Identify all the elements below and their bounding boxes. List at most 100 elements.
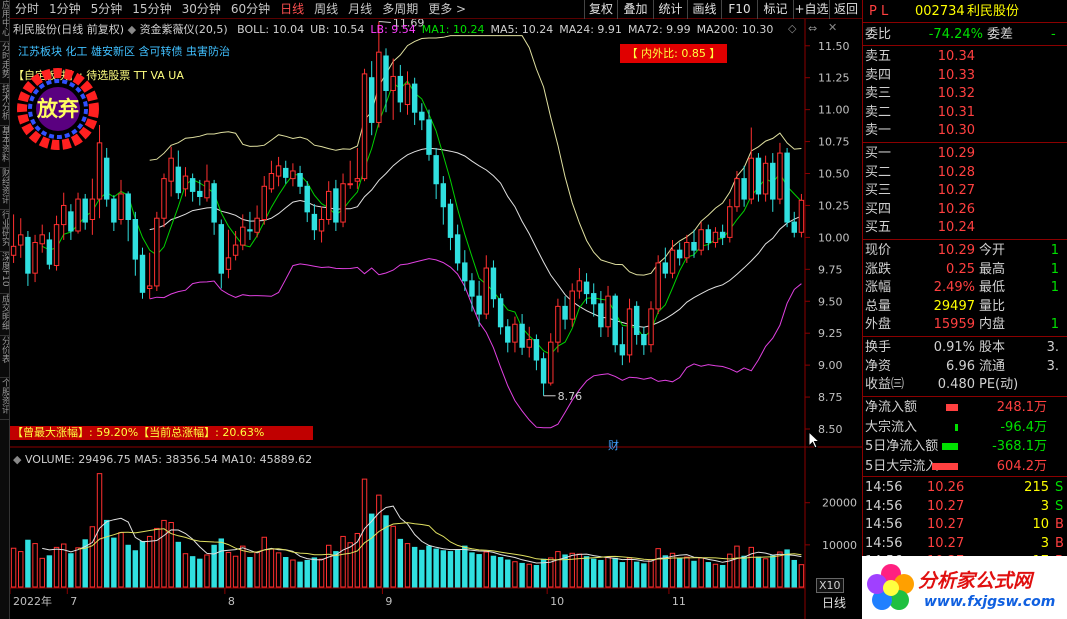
concept-tags[interactable]: 江苏板块 化工 雄安新区 含可转债 虫害防治 (18, 43, 230, 59)
candle-body (526, 339, 532, 348)
candle-body (691, 241, 697, 251)
stat2-value: 0.91% (933, 340, 975, 355)
volume-bar (75, 547, 81, 588)
toolbar-button-7[interactable]: 返回 (829, 0, 862, 19)
candle-body (519, 323, 525, 348)
period-tab-6[interactable]: 日线 (275, 0, 309, 19)
period-tab-3[interactable]: 15分钟 (127, 0, 176, 19)
indicator-value-5: MA24: 9.91 (559, 23, 622, 36)
candle-body (641, 333, 647, 346)
toolbar-button-6[interactable]: +自选 (793, 0, 829, 19)
close-icon[interactable]: ✕ (828, 21, 837, 34)
volume-bar (204, 554, 210, 588)
finance-marker[interactable]: 财 (608, 437, 619, 453)
sell-price: 10.31 (937, 104, 975, 120)
candle-body (655, 262, 661, 310)
left-tab-6[interactable]: 深度F10 (0, 252, 9, 294)
stat-row: 总量 29497 量比 (863, 297, 1067, 316)
volume-bar (469, 552, 475, 588)
flow-bar (942, 443, 958, 450)
candle-body (132, 219, 139, 260)
period-tab-2[interactable]: 5分钟 (86, 0, 128, 19)
toolbar-button-2[interactable]: 统计 (653, 0, 687, 19)
volume-bar (734, 545, 740, 588)
buy-price: 10.28 (937, 164, 975, 180)
toolbar-button-3[interactable]: 画线 (687, 0, 721, 19)
volume-bar (662, 555, 669, 588)
volume-bar (612, 557, 618, 588)
volume-bar (454, 549, 461, 588)
price-tick-label: 11.50 (818, 40, 850, 53)
badge-text: 放弃 (37, 97, 79, 121)
left-tab-5[interactable]: 行业研究 (0, 210, 9, 252)
kline-chart-area[interactable]: 11.50 11.25 11.00 10.75 10.50 10.25 10.00 9.75 9… (9, 17, 862, 619)
candle-body (82, 198, 88, 223)
toolbar-button-0[interactable]: 复权 (584, 0, 617, 19)
volume-bar (762, 558, 769, 588)
diamond-icon[interactable]: ◇ (788, 22, 796, 35)
indicator-value-1: UB: 10.54 (310, 23, 365, 36)
flow-label: 大宗流入 (865, 419, 918, 435)
tick-price: 10.26 (927, 480, 965, 495)
volume-bar (247, 557, 253, 588)
panel-header: P L 002734 利民股份 (863, 2, 1067, 21)
period-tab-0[interactable]: 分时 (10, 0, 44, 19)
volume-bar (333, 551, 339, 588)
period-tab-7[interactable]: 周线 (309, 0, 343, 19)
toolbar-button-5[interactable]: 标记 (757, 0, 793, 19)
volume-bar (376, 494, 382, 588)
period-tab-10[interactable]: 更多 > (423, 0, 471, 19)
left-tab-0[interactable]: 应用中心 (0, 0, 9, 42)
stat-label: 外盘 (865, 317, 892, 333)
amplitude-bar: 【曾最大涨幅】: 59.20%【当前总涨幅】: 20.63% (10, 426, 313, 440)
kline-chart-svg[interactable]: 11.50 11.25 11.00 10.75 10.50 10.25 10.00 9.75 9… (9, 17, 862, 619)
left-tab-4[interactable]: 财经资讯 (0, 168, 9, 210)
left-tab-2[interactable]: 技术分析 (0, 84, 9, 126)
tick-price: 10.27 (927, 498, 965, 514)
candle-body (89, 198, 96, 221)
tick-side: S (1055, 498, 1064, 514)
left-tab-3[interactable]: 基本资料 (0, 126, 9, 168)
period-tab-1[interactable]: 1分钟 (44, 0, 86, 19)
zoom-icon[interactable]: ⇔ (808, 22, 817, 35)
volume-bar (655, 548, 661, 588)
candle-body (60, 204, 67, 226)
sell-row: 卖二 10.31 (863, 103, 1067, 122)
period-tab-8[interactable]: 月线 (343, 0, 377, 19)
left-tab-8[interactable]: 分价表 (0, 336, 9, 378)
volume-bar (18, 551, 24, 588)
period-tab-5[interactable]: 60分钟 (226, 0, 275, 19)
volume-bar (411, 546, 418, 588)
toolbar-button-4[interactable]: F10 (721, 0, 757, 19)
left-tab-1[interactable]: 分时走势 (0, 42, 9, 84)
candle-body (404, 83, 411, 106)
buy-level-label: 买五 (865, 220, 892, 235)
volume-bar (569, 552, 575, 588)
period-tab-9[interactable]: 多周期 (377, 0, 423, 19)
panel-separator (863, 336, 1067, 337)
volume-bar (139, 540, 146, 588)
candle-body (676, 249, 683, 259)
volume-bar (39, 557, 45, 588)
ratio-box: 【 内外比: 0.85 】 (620, 44, 727, 63)
period-tab-4[interactable]: 30分钟 (177, 0, 226, 19)
indicator-name[interactable]: 资金紫薇仪(20,5) (140, 23, 228, 36)
left-tab-9[interactable]: 个股资讯 (0, 378, 9, 420)
volume-bar (325, 544, 332, 588)
volume-bar (211, 544, 217, 588)
left-tab-7[interactable]: 成交明细 (0, 294, 9, 336)
panel-separator (863, 45, 1067, 46)
candle-body (297, 173, 303, 187)
stock-name: 利民股份 (967, 4, 1020, 19)
stat-value: 2.49% (933, 280, 975, 296)
candle-body (762, 162, 769, 195)
flow-row: 净流入额 248.1万 (863, 398, 1067, 417)
date-tick-label: 9 (385, 595, 392, 608)
candle-body (755, 157, 762, 195)
price-tick-label: 10.00 (818, 231, 850, 244)
expand-icon[interactable]: ◆ (13, 453, 25, 466)
period-label[interactable]: 日线 (822, 594, 846, 611)
toolbar-button-1[interactable]: 叠加 (617, 0, 653, 19)
mouse-cursor-icon (808, 430, 821, 449)
candle-body (705, 229, 712, 243)
